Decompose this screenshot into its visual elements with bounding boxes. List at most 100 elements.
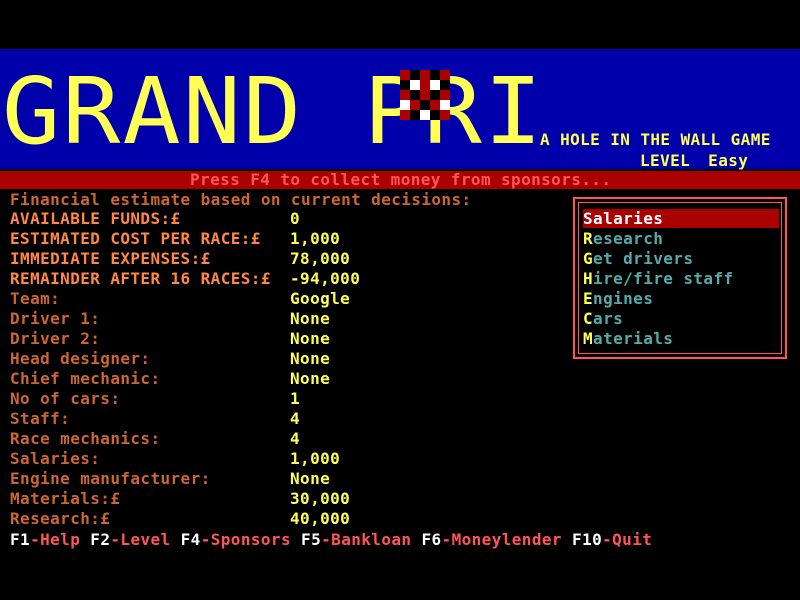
flag-square — [440, 110, 450, 120]
row-label: Engine manufacturer: — [10, 469, 211, 488]
flag-square — [410, 100, 420, 110]
flag-square — [420, 90, 430, 100]
row-label: AVAILABLE FUNDS:£ — [10, 209, 181, 228]
fkey-label: F2 — [90, 530, 111, 549]
menu-label: et drivers — [593, 249, 694, 268]
row-value: 78,000 — [290, 249, 351, 268]
row-label: ESTIMATED COST PER RACE:£ — [10, 229, 261, 248]
menu-item-cars[interactable]: Cars — [583, 309, 779, 328]
row-label: Research:£ — [10, 509, 111, 528]
fkey-f6[interactable]: F6-Moneylender — [421, 530, 561, 549]
fkey-label: F6 — [421, 530, 442, 549]
flag-square — [400, 80, 410, 90]
row-label: Salaries: — [10, 449, 101, 468]
menu-label: ngines — [593, 289, 654, 308]
menu-item-engines[interactable]: Engines — [583, 289, 779, 308]
row-value: -94,000 — [290, 269, 361, 288]
row-label: Team: — [10, 289, 61, 308]
row-value: None — [290, 369, 331, 388]
menu-label: ars — [593, 309, 624, 328]
row-value: None — [290, 329, 331, 348]
menu-item-materials[interactable]: Materials — [583, 329, 779, 348]
row-value: 1,000 — [290, 229, 341, 248]
row-label: Driver 1: — [10, 309, 101, 328]
fkey-action: -Help — [30, 530, 81, 549]
row-value: 4 — [290, 409, 301, 428]
menu-hotkey: C — [583, 309, 594, 328]
row-label: Materials:£ — [10, 489, 121, 508]
estimate-heading: Financial estimate based on current deci… — [10, 190, 472, 209]
row-label: REMAINDER AFTER 16 RACES:£ — [10, 269, 271, 288]
row-value: 0 — [290, 209, 301, 228]
flag-square — [410, 70, 420, 80]
row-value: 1 — [290, 389, 301, 408]
menu-label: ire/fire staff — [593, 269, 734, 288]
row-label: Chief mechanic: — [10, 369, 161, 388]
row-value: 40,000 — [290, 509, 351, 528]
level-indicator: LEVEL Easy — [640, 151, 748, 170]
row-value: Google — [290, 289, 351, 308]
flag-square — [440, 70, 450, 80]
row-value: None — [290, 349, 331, 368]
menu-item-research[interactable]: Research — [583, 229, 779, 248]
fkey-action: -Bankloan — [321, 530, 412, 549]
flag-square — [440, 90, 450, 100]
flag-square — [420, 80, 430, 90]
row-value: 30,000 — [290, 489, 351, 508]
row-label: IMMEDIATE EXPENSES:£ — [10, 249, 211, 268]
status-message: Press F4 to collect money from sponsors.… — [190, 170, 612, 189]
function-key-bar: F1-Help F2-Level F4-Sponsors F5-Bankloan… — [10, 530, 652, 549]
fkey-f2[interactable]: F2-Level — [90, 530, 170, 549]
row-label: Head designer: — [10, 349, 151, 368]
fkey-action: -Quit — [602, 530, 653, 549]
fkey-f10[interactable]: F10-Quit — [572, 530, 652, 549]
menu-label: esearch — [593, 229, 664, 248]
fkey-action: -Level — [110, 530, 171, 549]
checkered-flag-icon — [400, 70, 450, 120]
row-label: Staff: — [10, 409, 71, 428]
flag-square — [430, 70, 440, 80]
flag-square — [410, 90, 420, 100]
menu-label: aterials — [593, 329, 674, 348]
flag-square — [440, 80, 450, 90]
fkey-f4[interactable]: F4-Sponsors — [181, 530, 291, 549]
flag-square — [430, 90, 440, 100]
row-label: Race mechanics: — [10, 429, 161, 448]
menu-hotkey: E — [583, 289, 594, 308]
menu-hotkey: G — [583, 249, 594, 268]
menu-item-get-drivers[interactable]: Get drivers — [583, 249, 779, 268]
fkey-label: F10 — [572, 530, 603, 549]
tagline: A HOLE IN THE WALL GAME — [540, 130, 771, 149]
flag-square — [410, 110, 420, 120]
row-label: Driver 2: — [10, 329, 101, 348]
flag-square — [410, 80, 420, 90]
flag-square — [440, 100, 450, 110]
menu-item-salaries[interactable]: Salaries — [583, 209, 779, 228]
game-logo: GRAND PRI — [2, 58, 545, 165]
fkey-label: F4 — [180, 530, 201, 549]
flag-square — [400, 70, 410, 80]
flag-square — [420, 110, 430, 120]
flag-square — [400, 90, 410, 100]
row-value: None — [290, 469, 331, 488]
menu-hotkey: R — [583, 229, 594, 248]
flag-square — [430, 100, 440, 110]
menu-item-hire-fire-staff[interactable]: Hire/fire staff — [583, 269, 779, 288]
flag-square — [430, 110, 440, 120]
fkey-label: F5 — [301, 530, 322, 549]
fkey-f1[interactable]: F1-Help — [10, 530, 80, 549]
menu-label: alaries — [593, 209, 664, 228]
row-value: None — [290, 309, 331, 328]
flag-square — [400, 110, 410, 120]
flag-square — [400, 100, 410, 110]
flag-square — [430, 80, 440, 90]
main-menu: Salaries Research Get drivers Hire/fire sta… — [573, 197, 787, 359]
level-label: LEVEL — [640, 151, 691, 170]
fkey-f5[interactable]: F5-Bankloan — [301, 530, 411, 549]
row-label: No of cars: — [10, 389, 121, 408]
flag-square — [420, 70, 430, 80]
fkey-action: -Sponsors — [200, 530, 291, 549]
level-value: Easy — [708, 151, 749, 170]
row-value: 1,000 — [290, 449, 341, 468]
fkey-label: F1 — [10, 530, 31, 549]
